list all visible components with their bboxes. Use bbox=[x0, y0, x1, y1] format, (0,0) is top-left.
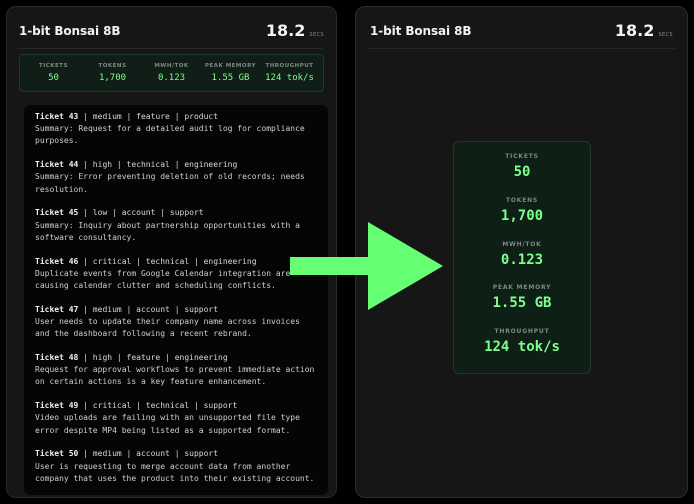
ticket-header: Ticket 47 | medium | account | support bbox=[35, 304, 317, 316]
stat-value: 1.55 GB bbox=[211, 73, 250, 83]
metric-label: PEAK MEMORY bbox=[492, 284, 552, 292]
ticket-entry: Ticket 44 | high | technical | engineeri… bbox=[35, 159, 317, 196]
arrow-right-icon bbox=[290, 222, 443, 310]
ticket-summary: Summary: Inquiry about partnership oppor… bbox=[35, 220, 300, 242]
timer-unit: SECS bbox=[658, 32, 673, 38]
ticket-entry: Ticket 47 | medium | account | support U… bbox=[35, 304, 317, 341]
ticket-header: Ticket 50 | medium | account | support bbox=[35, 448, 317, 460]
ticket-summary: Summary: Error preventing deletion of ol… bbox=[35, 172, 305, 194]
metrics-card: TICKETS 50 TOKENS 1,700 MWH/TOK 0.123 PE… bbox=[453, 141, 591, 374]
divider bbox=[19, 48, 324, 49]
ticket-header: Ticket 44 | high | technical | engineeri… bbox=[35, 159, 317, 171]
ticket-header: Ticket 45 | low | account | support bbox=[35, 207, 317, 219]
ticket-log[interactable]: Ticket 43 | medium | feature | product S… bbox=[24, 105, 328, 495]
metric-value: 50 bbox=[513, 164, 531, 180]
metric-throughput: THROUGHPUT 124 tok/s bbox=[454, 328, 590, 372]
metric-label: TICKETS bbox=[505, 153, 539, 160]
stat-peak-memory: PEAK MEMORY 1.55 GB bbox=[201, 63, 260, 83]
ticket-id: Ticket 46 bbox=[35, 256, 79, 266]
metric-label: MWH/TOK bbox=[502, 240, 542, 248]
divider bbox=[368, 48, 675, 49]
stat-label: THROUGHPUT bbox=[265, 63, 314, 69]
ticket-entry: Ticket 49 | critical | technical | suppo… bbox=[35, 400, 317, 437]
ticket-header: Ticket 49 | critical | technical | suppo… bbox=[35, 400, 317, 412]
ticket-header: Ticket 46 | critical | technical | engin… bbox=[35, 256, 317, 268]
metric-value: 1.55 GB bbox=[492, 295, 552, 312]
ticket-meta: | high | technical | engineering bbox=[78, 160, 238, 170]
ticket-entry: Ticket 46 | critical | technical | engin… bbox=[35, 256, 317, 293]
ticket-summary: User needs to update their company name … bbox=[35, 317, 300, 339]
ticket-summary: Duplicate events from Google Calendar in… bbox=[35, 268, 291, 291]
ticket-meta: | medium | feature | product bbox=[78, 112, 219, 121]
timer-unit: SECS bbox=[309, 32, 324, 38]
ticket-entry: Ticket 43 | medium | feature | product S… bbox=[35, 111, 317, 148]
panel-title: 1-bit Bonsai 8B bbox=[370, 24, 472, 38]
stat-tickets: TICKETS 50 bbox=[24, 63, 83, 83]
stage: 1-bit Bonsai 8B 18.2 SECS TICKETS 50 TOK… bbox=[0, 0, 694, 504]
ticket-summary: User is requesting to merge account data… bbox=[35, 461, 315, 483]
metric-value: 0.123 bbox=[500, 251, 544, 268]
timer: 18.2 SECS bbox=[615, 21, 673, 40]
stat-label: TOKENS bbox=[98, 63, 127, 69]
ticket-header: Ticket 43 | medium | feature | product bbox=[35, 111, 317, 123]
stat-label: PEAK MEMORY bbox=[204, 63, 257, 69]
ticket-meta: | medium | account | support bbox=[78, 304, 219, 314]
ticket-summary: Request for approval workflows to preven… bbox=[35, 365, 315, 387]
ticket-summary: Summary: Request for a detailed audit lo… bbox=[35, 124, 305, 146]
metric-label: TOKENS bbox=[505, 196, 539, 204]
ticket-id: Ticket 47 bbox=[35, 304, 79, 314]
stat-tokens: TOKENS 1,700 bbox=[83, 63, 142, 83]
panel-title: 1-bit Bonsai 8B bbox=[19, 24, 121, 38]
stat-value: 0.123 bbox=[157, 73, 186, 83]
ticket-entry: Ticket 50 | medium | account | support U… bbox=[35, 448, 317, 485]
ticket-id: Ticket 49 bbox=[35, 401, 79, 411]
ticket-meta: | high | feature | engineering bbox=[78, 353, 228, 363]
metric-value: 1,700 bbox=[500, 207, 544, 224]
stat-value: 124 tok/s bbox=[265, 73, 314, 83]
stat-mwh-per-tok: MWH/TOK 0.123 bbox=[142, 63, 201, 83]
metric-label: THROUGHPUT bbox=[494, 328, 550, 336]
metric-tokens: TOKENS 1,700 bbox=[454, 197, 590, 241]
stat-throughput: THROUGHPUT 124 tok/s bbox=[260, 63, 319, 83]
metric-value: 124 tok/s bbox=[484, 339, 560, 356]
ticket-meta: | critical | technical | support bbox=[78, 401, 238, 411]
ticket-entry: Ticket 48 | high | feature | engineering… bbox=[35, 352, 317, 389]
ticket-meta: | medium | account | support bbox=[78, 449, 219, 459]
ticket-id: Ticket 44 bbox=[35, 160, 79, 170]
ticket-summary: Video uploads are failing with an unsupp… bbox=[35, 413, 300, 435]
stat-value: 1,700 bbox=[98, 73, 127, 83]
timer: 18.2 SECS bbox=[266, 21, 324, 40]
ticket-meta: | critical | technical | engineering bbox=[78, 256, 257, 266]
stat-label: MWH/TOK bbox=[154, 63, 189, 69]
left-panel: 1-bit Bonsai 8B 18.2 SECS TICKETS 50 TOK… bbox=[6, 6, 337, 498]
ticket-meta: | low | account | support bbox=[78, 208, 204, 218]
ticket-id: Ticket 45 bbox=[35, 208, 79, 218]
timer-value: 18.2 bbox=[614, 21, 655, 40]
metric-tickets: TICKETS 50 bbox=[454, 153, 590, 197]
stat-value: 50 bbox=[48, 73, 59, 83]
stats-bar: TICKETS 50 TOKENS 1,700 MWH/TOK 0.123 PE… bbox=[19, 54, 324, 92]
timer-value: 18.2 bbox=[265, 21, 306, 40]
ticket-id: Ticket 43 bbox=[35, 112, 79, 121]
metric-peak-memory: PEAK MEMORY 1.55 GB bbox=[454, 284, 590, 328]
metric-mwh-per-tok: MWH/TOK 0.123 bbox=[454, 241, 590, 285]
ticket-id: Ticket 50 bbox=[35, 449, 79, 459]
ticket-entry: Ticket 45 | low | account | support Summ… bbox=[35, 207, 317, 244]
ticket-id: Ticket 48 bbox=[35, 353, 79, 363]
stat-label: TICKETS bbox=[38, 63, 69, 69]
ticket-header: Ticket 48 | high | feature | engineering bbox=[35, 352, 317, 364]
